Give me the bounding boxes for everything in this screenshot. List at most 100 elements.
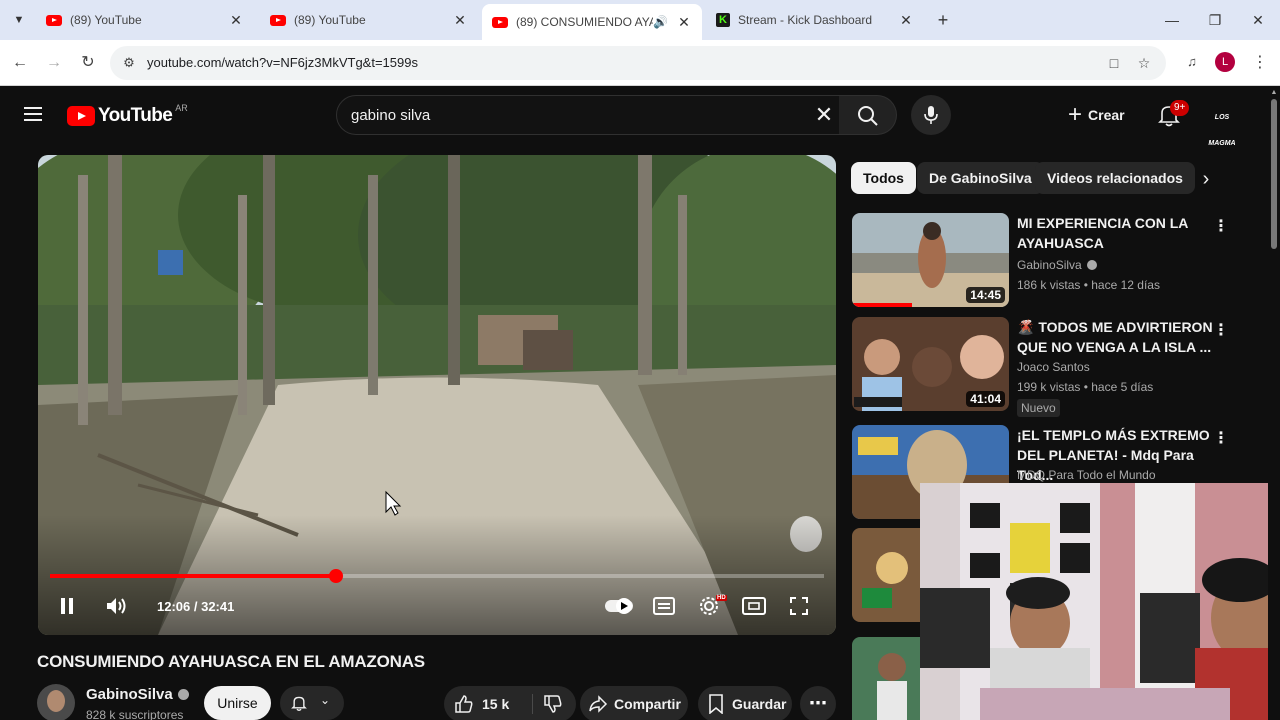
recommendation-title[interactable]: MI EXPERIENCIA CON LA AYAHUASCA — [1017, 213, 1213, 253]
media-control-icon[interactable]: ♫ — [1182, 52, 1202, 72]
captions-icon[interactable] — [653, 596, 675, 616]
reload-icon[interactable]: ↻ — [77, 52, 99, 74]
tab-close-icon[interactable]: ✕ — [676, 14, 692, 31]
clear-search-icon[interactable]: ✕ — [811, 102, 837, 128]
kebab-menu-icon[interactable]: ⋮ — [1213, 429, 1229, 449]
join-button[interactable]: Unirse — [204, 686, 271, 720]
tab-search-icon[interactable]: ▼ — [8, 9, 30, 31]
chip-todos[interactable]: Todos — [851, 162, 916, 194]
channel-name[interactable]: GabinoSilva — [86, 686, 189, 703]
back-icon[interactable]: ← — [9, 52, 31, 74]
subscription-bell-button[interactable]: ⌄ — [280, 686, 344, 720]
restore-icon[interactable]: ❐ — [1205, 10, 1225, 30]
channel-avatar[interactable] — [37, 684, 75, 720]
save-label: Guardar — [732, 696, 787, 712]
time-display: 12:06 / 32:41 — [157, 599, 235, 614]
pause-icon[interactable] — [59, 597, 75, 615]
recommendation-item[interactable]: 14:45 MI EXPERIENCIA CON LA AYAHUASCA Ga… — [852, 213, 1262, 309]
recommendation-channel-name[interactable]: GabinoSilva — [1017, 258, 1082, 272]
tab-title: (89) YouTube — [294, 13, 366, 27]
progress-bar[interactable] — [50, 569, 824, 583]
hd-badge: HD — [716, 595, 727, 601]
like-button[interactable]: 15 k — [444, 686, 532, 720]
voice-search-button[interactable] — [911, 95, 951, 135]
recommendation-title[interactable]: 🌋 TODOS ME ADVIRTIERON QUE NO VENGA A LA… — [1017, 317, 1213, 357]
forward-icon[interactable]: → — [43, 52, 65, 74]
youtube-logo[interactable]: YouTube AR — [67, 103, 188, 127]
recommendation-item[interactable]: 41:04 🌋 TODOS ME ADVIRTIERON QUE NO VENG… — [852, 317, 1262, 417]
recommendation-meta: 186 k vistas • hace 12 días — [1017, 278, 1160, 292]
tab-close-icon[interactable]: ✕ — [452, 12, 468, 29]
tab-title: Stream - Kick Dashboard — [738, 13, 873, 27]
browser-tab-bar: ▼ (89) YouTube ✕ (89) YouTube ✕ (89) CON… — [0, 0, 1280, 40]
profile-avatar[interactable]: L — [1215, 52, 1235, 72]
kebab-menu-icon[interactable]: ⋮ — [1213, 217, 1229, 237]
tab-close-icon[interactable]: ✕ — [898, 12, 914, 29]
kebab-menu-icon[interactable]: ⋮ — [1213, 321, 1229, 341]
recommendation-meta: 199 k vistas • hace 5 días — [1017, 380, 1154, 394]
share-icon — [589, 695, 608, 713]
chip-videos-relacionados[interactable]: Videos relacionados — [1035, 162, 1195, 194]
share-button[interactable]: Compartir — [580, 686, 688, 720]
notifications-badge: 9+ — [1170, 100, 1190, 116]
search-button[interactable] — [839, 95, 897, 135]
recommendation-thumbnail[interactable]: 41:04 — [852, 317, 1009, 411]
video-duration: 41:04 — [966, 391, 1005, 407]
site-info-icon[interactable]: ⚙ — [120, 54, 138, 72]
recommendation-channel[interactable]: GabinoSilva — [1017, 258, 1097, 272]
browser-tab-3-active[interactable]: (89) CONSUMIENDO AYAHU 🔊 ✕ — [482, 4, 702, 40]
browser-tab-4[interactable]: K Stream - Kick Dashboard ✕ — [706, 4, 924, 36]
url-field[interactable]: ⚙ youtube.com/watch?v=NF6jz3MkVTg&t=1599… — [110, 46, 1166, 80]
tab-title: (89) CONSUMIENDO AYAHU — [516, 15, 654, 29]
fullscreen-icon[interactable] — [789, 596, 809, 616]
install-app-icon[interactable]: □ — [1105, 54, 1123, 72]
account-avatar[interactable]: LOS MAGMA — [1207, 104, 1237, 147]
verified-icon — [1086, 259, 1097, 270]
recommendation-channel[interactable]: Joaco Santos — [1017, 360, 1090, 374]
autoplay-toggle-icon[interactable] — [604, 596, 634, 616]
chevron-right-icon[interactable]: › — [1195, 168, 1217, 190]
channel-name-text[interactable]: GabinoSilva — [86, 686, 173, 703]
volume-icon[interactable] — [105, 596, 129, 616]
bookmark-star-icon[interactable]: ☆ — [1135, 54, 1153, 72]
video-title: CONSUMIENDO AYAHUASCA EN EL AMAZONAS — [37, 652, 425, 671]
search-query[interactable]: gabino silva — [351, 107, 430, 124]
dislike-button[interactable] — [533, 686, 576, 720]
video-player[interactable]: 12:06 / 32:41 HD — [38, 155, 836, 635]
create-label: Crear — [1088, 107, 1125, 123]
bookmark-icon — [709, 694, 723, 714]
save-button[interactable]: Guardar — [698, 686, 792, 720]
url-text[interactable]: youtube.com/watch?v=NF6jz3MkVTg&t=1599s — [147, 55, 418, 70]
verified-icon — [177, 688, 189, 700]
recommendation-thumbnail[interactable]: 14:45 — [852, 213, 1009, 307]
new-badge: Nuevo — [1017, 399, 1060, 417]
theater-mode-icon[interactable] — [742, 596, 766, 616]
search-icon — [858, 106, 878, 126]
search-input[interactable]: gabino silva ✕ — [336, 95, 840, 135]
address-bar: ← → ↻ ⚙ youtube.com/watch?v=NF6jz3MkVTg&… — [0, 40, 1280, 86]
avatar-text: LOS MAGMA — [1208, 114, 1236, 147]
more-actions-button[interactable]: ⋯ — [800, 686, 836, 720]
thumbs-up-icon — [455, 695, 473, 713]
create-button[interactable]: + Crear — [1058, 95, 1139, 135]
window-close-icon[interactable]: ✕ — [1248, 10, 1268, 30]
browser-tab-1[interactable]: (89) YouTube ✕ — [36, 4, 254, 36]
speaker-icon[interactable]: 🔊 — [653, 15, 668, 29]
scroll-up-icon[interactable]: ▲ — [1270, 89, 1278, 97]
chip-de-gabinosilva[interactable]: De GabinoSilva — [917, 162, 1044, 194]
tab-title: (89) YouTube — [70, 13, 142, 27]
bell-icon — [291, 696, 307, 711]
country-code: AR — [175, 103, 188, 113]
page-scrollbar[interactable]: ▲ — [1268, 87, 1280, 720]
recommendation-channel[interactable]: MDQ Para Todo el Mundo — [1017, 468, 1156, 482]
browser-tab-2[interactable]: (89) YouTube ✕ — [260, 4, 478, 36]
browser-menu-icon[interactable]: ⋮ — [1252, 52, 1268, 74]
minimize-icon[interactable]: — — [1162, 10, 1182, 30]
menu-icon[interactable] — [24, 107, 42, 121]
scrollbar-thumb[interactable] — [1271, 99, 1277, 249]
share-label: Compartir — [614, 696, 681, 712]
tab-close-icon[interactable]: ✕ — [228, 12, 244, 29]
thumbs-down-icon — [544, 695, 562, 713]
new-tab-button[interactable]: + — [932, 9, 954, 31]
youtube-logo-icon — [67, 106, 95, 126]
